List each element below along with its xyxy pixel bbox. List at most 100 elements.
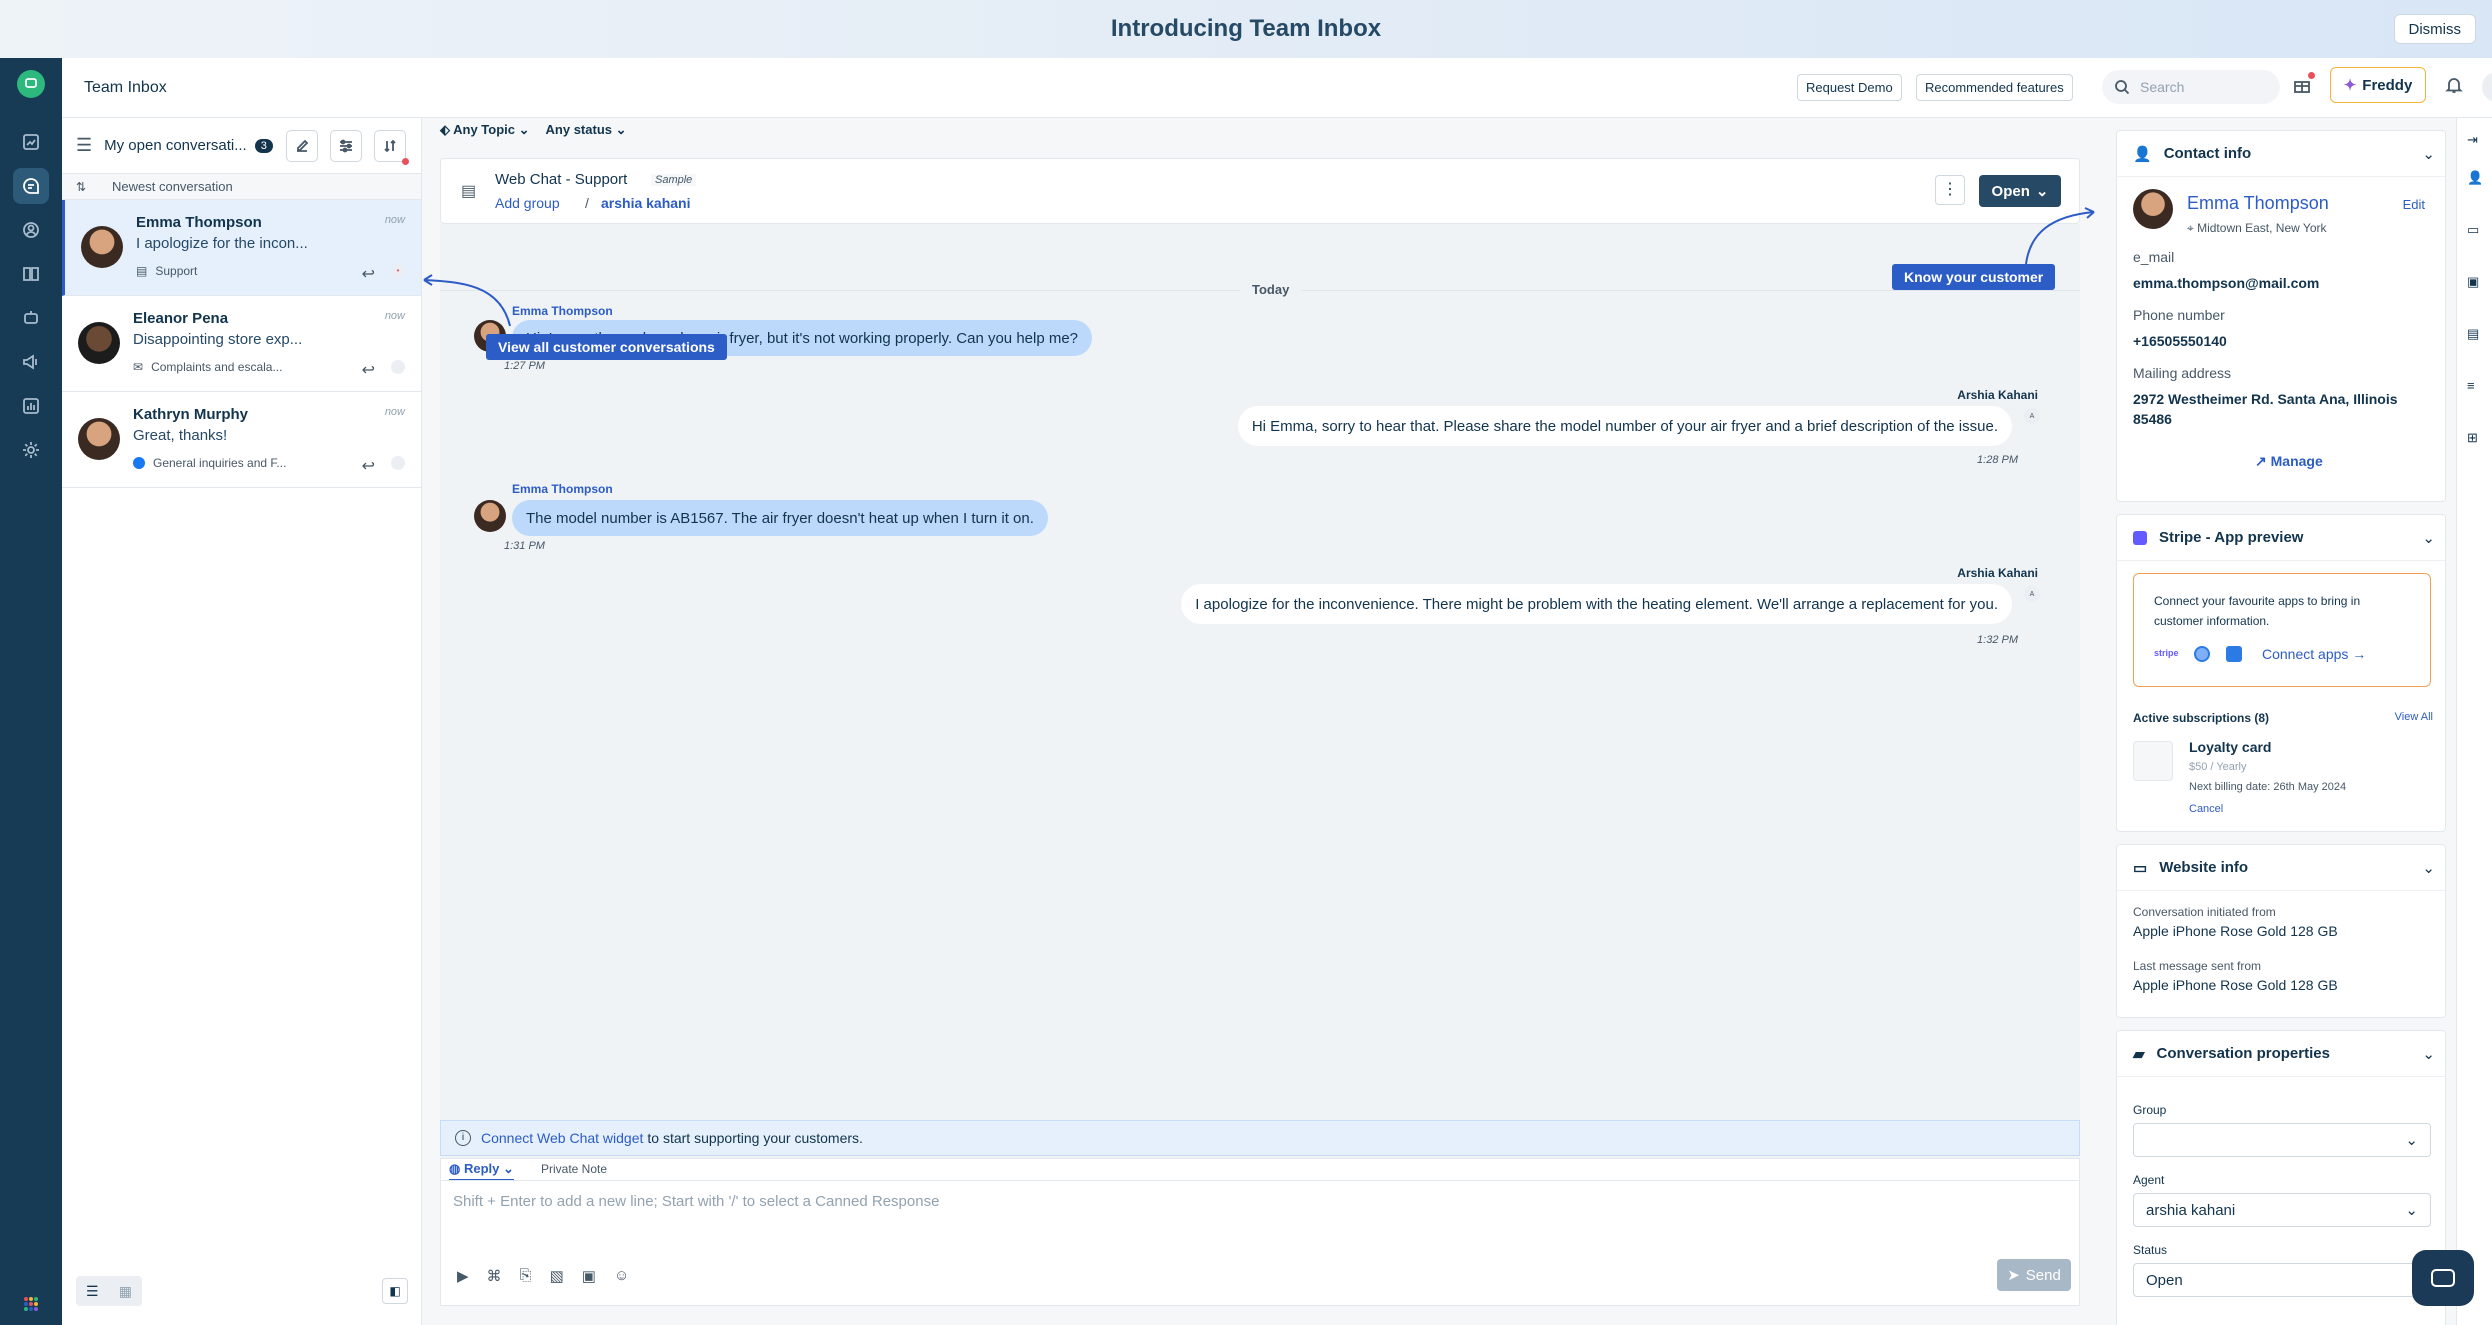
conversation-item[interactable]: Eleanor Pena Disappointing store exp... … <box>62 296 421 392</box>
calendar-icon[interactable]: ▭ <box>2467 222 2483 238</box>
group-select[interactable]: ⌄ <box>2133 1123 2431 1157</box>
search-input[interactable]: Search <box>2102 70 2280 104</box>
subscriptions-label: Active subscriptions (8) <box>2133 711 2270 725</box>
chevron-down-icon: ⌄ <box>2422 859 2435 877</box>
stripe-card: Stripe - App preview ⌄ Connect your favo… <box>2116 514 2446 832</box>
avatar <box>81 226 123 268</box>
chevron-down-icon: ⌄ <box>2422 145 2435 163</box>
breadcrumb-separator: / <box>585 195 589 211</box>
collapse-panel-icon[interactable]: ◧ <box>382 1278 408 1304</box>
contact-info-header[interactable]: 👤 Contact info ⌄ <box>2117 131 2445 177</box>
website-info-header[interactable]: ▭ Website info ⌄ <box>2117 845 2445 891</box>
message-area: Today Emma Thompson Hi, I recently purch… <box>423 207 2095 1238</box>
video-icon[interactable]: ▶ <box>457 1267 469 1285</box>
status-select[interactable]: Open <box>2133 1263 2431 1297</box>
settings-sliders-icon[interactable]: ≡ <box>2467 378 2483 394</box>
tooltip-arrows <box>423 207 2095 327</box>
image-icon[interactable]: ▧ <box>550 1267 564 1285</box>
properties-icon: ▰ <box>2133 1045 2145 1063</box>
emoji-icon[interactable]: ☺ <box>614 1267 629 1285</box>
book-icon[interactable] <box>13 256 49 292</box>
tab-private-note[interactable]: Private Note <box>541 1162 607 1176</box>
browser-icon: ▭ <box>2133 859 2148 877</box>
agent-select[interactable]: arshia kahani ⌄ <box>2133 1193 2431 1227</box>
assigned-agent-link[interactable]: arshia kahani <box>601 195 691 211</box>
status-label: Status <box>2133 1243 2168 1257</box>
add-app-icon[interactable]: ⊞ <box>2467 430 2483 446</box>
left-nav <box>0 58 62 1325</box>
contact-name: Emma Thompson <box>136 214 262 231</box>
timestamp: now <box>384 406 405 418</box>
stripe-header[interactable]: Stripe - App preview ⌄ <box>2117 515 2445 561</box>
timestamp: now <box>384 214 405 226</box>
list-view-icon[interactable]: ☰ <box>86 1283 99 1300</box>
app-logo-icon[interactable] <box>17 70 45 98</box>
cancel-link[interactable]: Cancel <box>2189 803 2223 815</box>
more-options-icon[interactable]: ⋮ <box>1935 175 1965 205</box>
external-link-icon: ↗ <box>2255 453 2271 469</box>
avatar <box>474 500 506 532</box>
recommended-features-button[interactable]: Recommended features <box>1916 74 2073 101</box>
send-button[interactable]: ➤ Send <box>1997 1259 2071 1291</box>
dashboard-icon[interactable] <box>13 124 49 160</box>
app-icon[interactable]: ▣ <box>2467 274 2483 290</box>
dismiss-button[interactable]: Dismiss <box>2393 14 2476 44</box>
reply-tab-label: Reply <box>463 1161 500 1176</box>
properties-header[interactable]: ▰ Conversation properties ⌄ <box>2117 1031 2445 1077</box>
canned-response-icon[interactable]: ▣ <box>582 1267 596 1285</box>
connect-widget-link[interactable]: Connect Web Chat widget <box>481 1130 643 1146</box>
tab-reply[interactable]: ◍ Reply ⌄ <box>449 1161 514 1181</box>
conversation-item[interactable]: Emma Thompson I apologize for the incon.… <box>62 200 421 296</box>
address-line-2: 85486 <box>2133 411 2172 427</box>
manage-link[interactable]: ↗ Manage <box>2255 453 2323 470</box>
status-dropdown-button[interactable]: Open ⌄ <box>1979 175 2061 207</box>
gift-card-icon[interactable]: ⌘ <box>487 1267 502 1285</box>
website-info-card: ▭ Website info ⌄ Conversation initiated … <box>2116 844 2446 1018</box>
connect-apps-link[interactable]: Connect apps → <box>2262 646 2366 662</box>
properties-section-title: Conversation properties <box>2156 1045 2330 1062</box>
edit-link[interactable]: Edit <box>2403 197 2425 212</box>
status-filter[interactable]: Any status ⌄ <box>546 122 627 138</box>
sort-label: ⇅ Newest conversation <box>62 174 421 200</box>
compose-button[interactable] <box>286 130 318 162</box>
view-title[interactable]: My open conversati... <box>104 137 247 154</box>
view-toggle: ☰ ▦ <box>76 1276 142 1306</box>
last-message-value: Apple iPhone Rose Gold 128 GB <box>2133 977 2338 993</box>
gift-icon[interactable] <box>2292 72 2315 100</box>
chat-icon[interactable]: ▤ <box>2467 326 2483 342</box>
filter-button[interactable] <box>330 130 362 162</box>
sort-button[interactable] <box>374 130 409 165</box>
status-button-label: Open <box>1991 182 2030 200</box>
contacts-icon[interactable] <box>13 212 49 248</box>
contact-info-card: 👤 Contact info ⌄ Emma Thompson Edit ⌖ Mi… <box>2116 130 2446 502</box>
message-input[interactable]: Shift + Enter to add a new line; Start w… <box>453 1193 939 1210</box>
topic-filter[interactable]: ⬖ Any Topic ⌄ <box>440 122 530 138</box>
composer-toolbar: ▶ ⌘ ⎘ ▧ ▣ ☺ <box>457 1267 629 1285</box>
reports-icon[interactable] <box>13 388 49 424</box>
bell-icon[interactable] <box>2444 75 2464 100</box>
add-group-link[interactable]: Add group <box>495 195 560 211</box>
freddy-button[interactable]: ✦ Freddy <box>2330 67 2426 103</box>
chevron-down-icon: ⌄ <box>2405 1202 2418 1219</box>
contact-name[interactable]: Emma Thompson <box>2187 193 2329 214</box>
grid-view-icon[interactable]: ▦ <box>119 1283 132 1300</box>
menu-icon[interactable]: ☰ <box>76 135 92 156</box>
address-line-1: 2972 Westheimer Rd. Santa Ana, Illinois <box>2133 391 2398 407</box>
conversation-item[interactable]: Kathryn Murphy Great, thanks! now Genera… <box>62 392 421 488</box>
settings-icon[interactable] <box>13 432 49 468</box>
profile-avatar[interactable]: A <box>2482 72 2492 102</box>
inbox-icon[interactable] <box>13 168 49 204</box>
channel-icon: ▤ <box>461 183 477 200</box>
collapse-icon[interactable]: ⇥ <box>2467 132 2483 148</box>
contact-icon[interactable]: 👤 <box>2467 170 2483 186</box>
avatar <box>78 418 120 460</box>
chat-widget-button[interactable] <box>2412 1250 2474 1306</box>
view-all-link[interactable]: View All <box>2395 711 2433 723</box>
campaign-icon[interactable] <box>13 344 49 380</box>
attachment-icon[interactable]: ⎘ <box>520 1267 532 1285</box>
apps-grid-icon[interactable] <box>13 1286 49 1322</box>
request-demo-button[interactable]: Request Demo <box>1797 74 1902 101</box>
page-title: Team Inbox <box>84 79 167 96</box>
bot-icon[interactable] <box>13 300 49 336</box>
agent-avatar-icon: • <box>391 264 405 278</box>
